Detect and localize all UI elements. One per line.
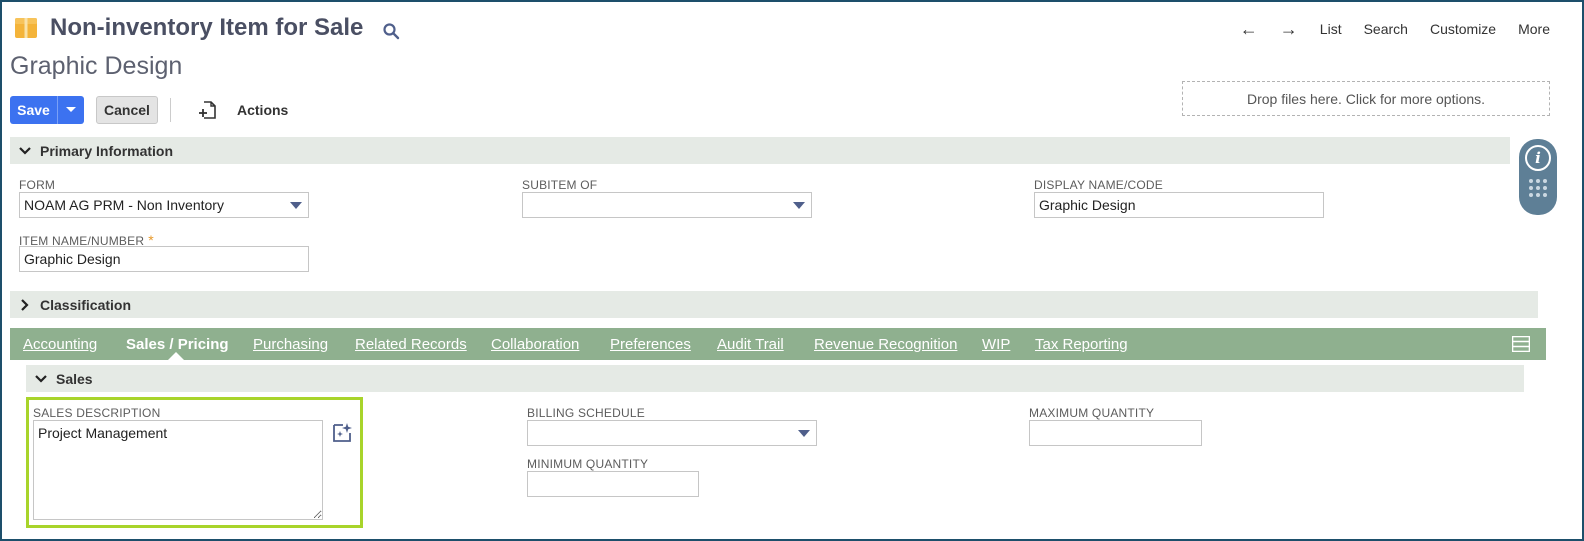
- display-name-label: DISPLAY NAME/CODE: [1034, 178, 1163, 192]
- ai-sparkle-icon[interactable]: [331, 422, 353, 444]
- cancel-button[interactable]: Cancel: [96, 96, 158, 124]
- page-frame: Non-inventory Item for Sale ← → List Sea…: [0, 0, 1584, 541]
- tab-audit-trail[interactable]: Audit Trail: [717, 336, 784, 353]
- sales-description-textarea[interactable]: Project Management: [33, 420, 323, 520]
- active-tab-pointer: [168, 352, 184, 360]
- dropdown-caret-icon: [793, 202, 805, 209]
- tab-preferences[interactable]: Preferences: [610, 336, 691, 353]
- side-widget: i: [1519, 139, 1557, 215]
- menu-icon[interactable]: [1512, 336, 1530, 352]
- more-link[interactable]: More: [1518, 21, 1550, 37]
- form-label: FORM: [19, 178, 56, 192]
- section-title: Primary Information: [40, 142, 174, 159]
- subitem-of-label: SUBITEM OF: [522, 178, 598, 192]
- item-name-field[interactable]: Graphic Design: [19, 246, 309, 272]
- chevron-down-icon: [66, 107, 76, 112]
- tab-tax-reporting[interactable]: Tax Reporting: [1035, 336, 1128, 353]
- dropdown-caret-icon: [798, 430, 810, 437]
- chevron-down-icon: [19, 146, 31, 155]
- tab-accounting[interactable]: Accounting: [23, 336, 97, 353]
- form-select-value: NOAM AG PRM - Non Inventory: [24, 197, 224, 213]
- apps-grid-icon[interactable]: [1529, 179, 1547, 197]
- top-nav: ← → List Search Customize More: [1218, 20, 1550, 38]
- tab-revenue-recognition[interactable]: Revenue Recognition: [814, 336, 957, 353]
- file-dropzone[interactable]: Drop files here. Click for more options.: [1182, 81, 1550, 116]
- billing-schedule-label: BILLING SCHEDULE: [527, 406, 645, 420]
- search-link[interactable]: Search: [1364, 21, 1408, 37]
- info-icon[interactable]: i: [1525, 145, 1551, 171]
- tab-collaboration[interactable]: Collaboration: [491, 336, 579, 353]
- search-icon[interactable]: [382, 22, 400, 40]
- page-title: Non-inventory Item for Sale: [50, 14, 364, 41]
- dropdown-caret-icon: [290, 202, 302, 209]
- back-arrow-icon[interactable]: ←: [1240, 20, 1258, 38]
- tab-wip[interactable]: WIP: [982, 336, 1010, 353]
- display-name-field[interactable]: Graphic Design: [1034, 192, 1324, 218]
- subtab-bar: Accounting Sales / Pricing Purchasing Re…: [10, 328, 1546, 360]
- billing-schedule-select[interactable]: [527, 420, 817, 446]
- save-dropdown-button[interactable]: [58, 96, 84, 124]
- save-button-label[interactable]: Save: [10, 96, 58, 124]
- chevron-right-icon: [21, 298, 29, 311]
- tab-related-records[interactable]: Related Records: [355, 336, 467, 353]
- sales-section-header[interactable]: Sales: [26, 365, 1524, 392]
- save-button[interactable]: Save: [10, 96, 84, 124]
- classification-header[interactable]: Classification: [10, 291, 1538, 318]
- form-select[interactable]: NOAM AG PRM - Non Inventory: [19, 192, 309, 218]
- tab-sales-pricing[interactable]: Sales / Pricing: [126, 336, 229, 353]
- section-title: Sales: [56, 370, 93, 387]
- section-title: Classification: [40, 296, 132, 313]
- toolbar-divider: [170, 98, 171, 122]
- record-name: Graphic Design: [10, 52, 183, 80]
- forward-arrow-icon[interactable]: →: [1280, 20, 1298, 38]
- actions-menu[interactable]: Actions: [237, 102, 288, 118]
- maximum-quantity-field[interactable]: [1029, 420, 1202, 446]
- display-name-value: Graphic Design: [1039, 197, 1136, 213]
- sales-description-label: SALES DESCRIPTION: [33, 406, 161, 420]
- chevron-down-icon: [35, 374, 47, 383]
- customize-link[interactable]: Customize: [1430, 21, 1496, 37]
- add-document-icon[interactable]: [198, 100, 218, 120]
- minimum-quantity-label: MINIMUM QUANTITY: [527, 457, 649, 471]
- subitem-of-select[interactable]: [522, 192, 812, 218]
- primary-information-header[interactable]: Primary Information: [10, 137, 1510, 164]
- item-box-icon: [15, 18, 37, 38]
- maximum-quantity-label: MAXIMUM QUANTITY: [1029, 406, 1155, 420]
- minimum-quantity-field[interactable]: [527, 471, 699, 497]
- tab-purchasing[interactable]: Purchasing: [253, 336, 328, 353]
- list-link[interactable]: List: [1320, 21, 1342, 37]
- item-name-value: Graphic Design: [24, 251, 121, 267]
